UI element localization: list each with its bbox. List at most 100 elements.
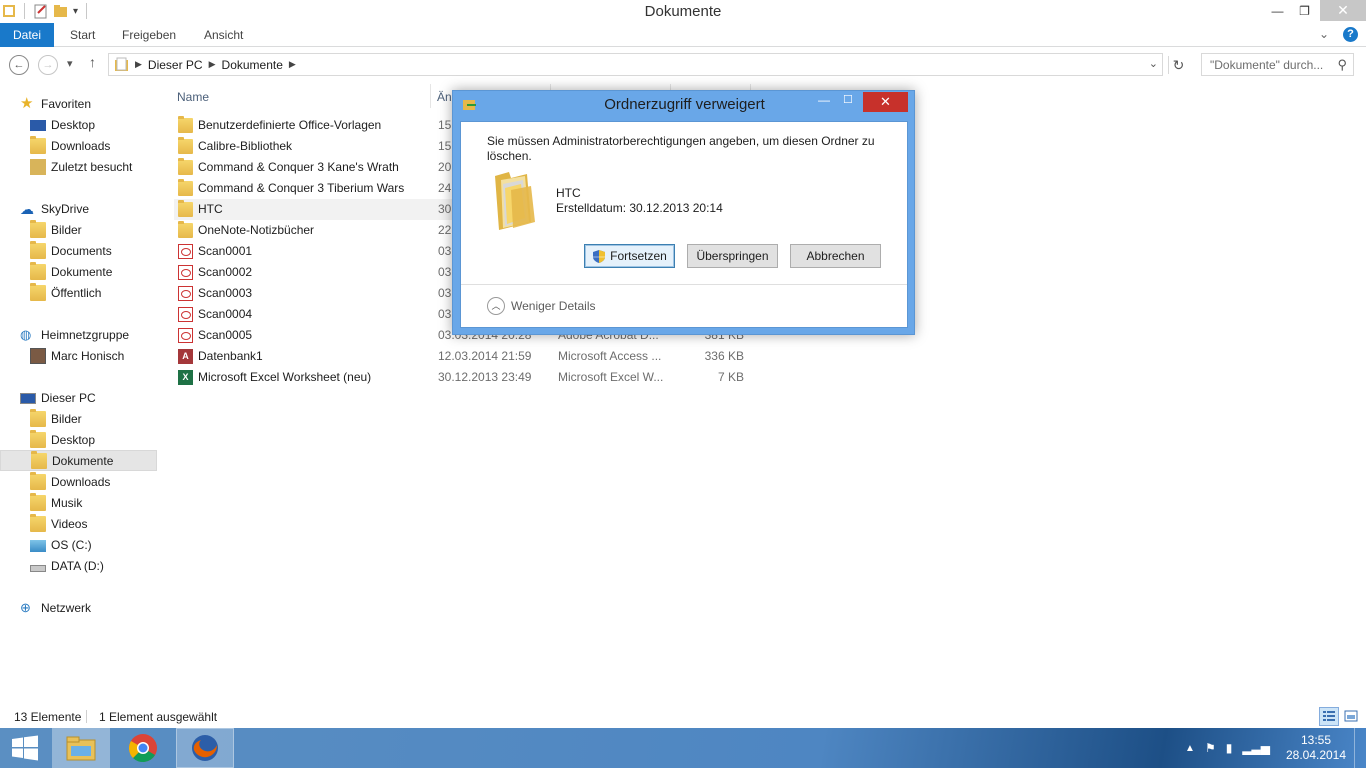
dialog-folder-name: HTC — [556, 186, 581, 200]
minimize-button[interactable]: — — [1264, 0, 1291, 21]
tab-ansicht[interactable]: Ansicht — [191, 23, 256, 47]
file-name: OneNote-Notizbücher — [198, 223, 315, 237]
show-hidden-icons-icon[interactable]: ▲ — [1185, 743, 1195, 754]
breadcrumb-dokumente[interactable]: Dokumente — [222, 58, 283, 72]
nav-pc-data-d[interactable]: DATA (D:) — [0, 555, 157, 576]
network-signal-icon[interactable]: ▂▃▅ — [1242, 741, 1270, 755]
show-desktop-button[interactable] — [1354, 728, 1366, 768]
file-name: Command & Conquer 3 Tiberium Wars — [198, 181, 405, 195]
nav-skydrive-oeffentlich[interactable]: Öffentlich — [0, 282, 157, 303]
nav-skydrive-dokumente[interactable]: Dokumente — [0, 261, 157, 282]
up-button[interactable]: ↑ — [89, 54, 96, 70]
nav-network[interactable]: ⊕ Netzwerk — [0, 597, 157, 618]
taskbar-firefox[interactable] — [176, 728, 234, 768]
status-separator — [86, 710, 87, 723]
windows-logo-icon — [12, 735, 38, 761]
action-center-flag-icon[interactable]: ⚑ — [1205, 741, 1216, 755]
nav-label: Heimnetzgruppe — [41, 327, 130, 342]
nav-favorites[interactable]: ★ Favoriten — [0, 93, 157, 114]
downloads-icon — [30, 135, 46, 154]
nav-pc-musik[interactable]: Musik — [0, 492, 157, 513]
file-name: Scan0002 — [198, 265, 253, 279]
file-name: Scan0005 — [198, 328, 253, 342]
windows-drive-icon — [30, 539, 46, 552]
nav-skydrive-documents[interactable]: Documents — [0, 240, 157, 261]
chrome-icon — [129, 734, 157, 763]
dialog-divider — [461, 284, 907, 285]
file-row[interactable]: A Datenbank1 12.03.2014 21:59 Microsoft Acc… — [174, 346, 914, 367]
nav-label: Dieser PC — [41, 390, 96, 405]
less-details-button[interactable]: ︿ Weniger Details — [487, 297, 595, 315]
desktop-icon — [30, 119, 46, 131]
taskbar-chrome[interactable] — [114, 728, 172, 768]
ribbon: Datei Start Freigeben Ansicht ⌄ ? — [0, 23, 1366, 47]
nav-pc-desktop[interactable]: Desktop — [0, 429, 157, 450]
tab-datei[interactable]: Datei — [0, 23, 55, 47]
nav-pc-os-c[interactable]: OS (C:) — [0, 534, 157, 555]
nav-label: Zuletzt besucht — [51, 159, 133, 174]
breadcrumb-separator-icon: ▶ — [135, 59, 142, 69]
nav-label: Bilder — [51, 411, 82, 426]
cancel-button[interactable]: Abbrechen — [790, 244, 881, 268]
tab-start[interactable]: Start — [57, 23, 108, 47]
close-button[interactable]: ✕ — [1320, 0, 1366, 21]
pdf-file-icon — [178, 265, 193, 280]
search-icon[interactable]: ⚲ — [1337, 57, 1347, 73]
address-dropdown-icon[interactable]: ⌄ — [1149, 57, 1158, 70]
dialog-body: Sie müssen Administratorberechtigungen a… — [460, 121, 908, 328]
nav-label: Favoriten — [41, 96, 92, 111]
nav-skydrive-bilder[interactable]: Bilder — [0, 219, 157, 240]
forward-button[interactable]: → — [38, 55, 58, 75]
taskbar-explorer[interactable] — [52, 728, 110, 768]
nav-pc-downloads[interactable]: Downloads — [0, 471, 157, 492]
dialog-close-button[interactable]: ✕ — [863, 92, 908, 112]
column-separator[interactable] — [430, 84, 431, 108]
nav-this-pc[interactable]: Dieser PC — [0, 387, 157, 408]
nav-skydrive[interactable]: ☁ SkyDrive — [0, 198, 157, 219]
search-input[interactable]: "Dokumente" durch... ⚲ — [1201, 53, 1354, 76]
expand-ribbon-icon[interactable]: ⌄ — [1319, 27, 1329, 42]
large-icons-view-button[interactable] — [1341, 707, 1361, 726]
nav-label: Documents — [51, 243, 112, 258]
chevron-up-icon: ︿ — [487, 297, 505, 315]
breadcrumb-dieser-pc[interactable]: Dieser PC — [148, 58, 203, 72]
clock[interactable]: 13:55 28.04.2014 — [1278, 733, 1354, 763]
nav-downloads-fav[interactable]: Downloads — [0, 135, 157, 156]
back-button[interactable]: ← — [9, 55, 29, 75]
details-view-button[interactable] — [1319, 707, 1339, 726]
skip-button[interactable]: Überspringen — [687, 244, 778, 268]
nav-pc-videos[interactable]: Videos — [0, 513, 157, 534]
nav-pc-dokumente[interactable]: Dokumente — [0, 450, 157, 471]
nav-marc-honisch[interactable]: Marc Honisch — [0, 345, 157, 366]
computer-icon — [20, 392, 36, 404]
address-bar[interactable]: ▶ Dieser PC ▶ Dokumente ▶ ⌄ — [108, 53, 1163, 76]
file-explorer-icon — [66, 736, 96, 761]
battery-icon[interactable]: ▮ — [1226, 741, 1233, 755]
column-header-date[interactable]: Än — [437, 90, 452, 104]
tab-freigeben[interactable]: Freigeben — [109, 23, 189, 47]
folder-icon — [178, 137, 193, 154]
recent-locations-icon[interactable]: ▾ — [67, 57, 73, 70]
nav-pc-bilder[interactable]: Bilder — [0, 408, 157, 429]
nav-desktop-fav[interactable]: Desktop — [0, 114, 157, 135]
start-button[interactable] — [0, 728, 50, 768]
file-name: Scan0004 — [198, 307, 253, 321]
nav-label: Videos — [51, 516, 88, 531]
help-icon[interactable]: ? — [1343, 27, 1358, 42]
dialog-message: Sie müssen Administratorberechtigungen a… — [487, 134, 875, 163]
continue-button[interactable]: Fortsetzen — [584, 244, 675, 268]
avatar — [30, 347, 46, 364]
nav-homegroup[interactable]: ◍ Heimnetzgruppe — [0, 324, 157, 345]
dialog-minimize-button[interactable]: — — [817, 93, 831, 107]
system-tray: ▲ ⚑ ▮ ▂▃▅ 13:55 28.04.2014 — [1185, 728, 1366, 768]
nav-recent[interactable]: Zuletzt besucht — [0, 156, 157, 177]
downloads-folder-icon — [30, 471, 46, 490]
restore-button[interactable]: ❐ — [1291, 0, 1318, 21]
dialog-maximize-button[interactable]: ☐ — [843, 93, 857, 107]
file-row[interactable]: X Microsoft Excel Worksheet (neu) 30.12.20… — [174, 367, 914, 388]
column-header-name[interactable]: Name — [177, 90, 209, 104]
documents-folder-icon — [31, 450, 47, 469]
refresh-button[interactable]: ↻ — [1168, 56, 1188, 74]
item-count: 13 Elemente — [14, 710, 82, 724]
folder-icon — [30, 240, 46, 259]
